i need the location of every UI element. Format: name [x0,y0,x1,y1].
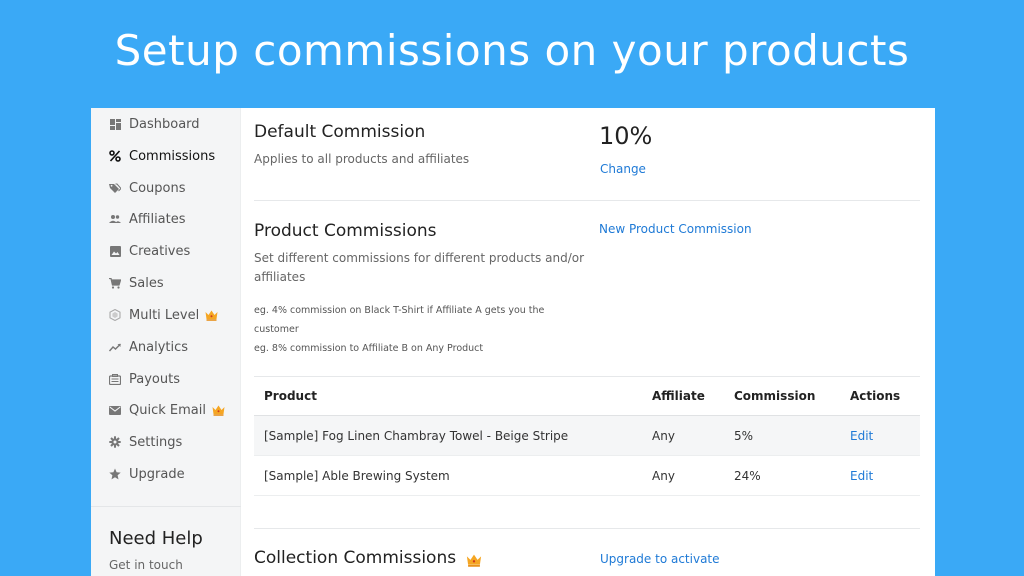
collection-commissions-title: Collection Commissions [254,548,482,568]
crown-icon [466,552,482,567]
sidebar-item-dashboard[interactable]: Dashboard [109,114,200,134]
star-icon [109,468,121,480]
edit-link[interactable]: Edit [850,416,873,456]
cell-product: [Sample] Fog Linen Chambray Towel - Beig… [264,429,569,443]
people-icon [109,213,121,225]
sidebar-item-label: Multi Level [129,307,200,323]
section-divider [254,200,920,201]
sidebar-item-creatives[interactable]: Creatives [109,241,190,261]
sidebar-item-label: Sales [129,275,164,291]
cell-commission: 5% [734,429,754,443]
sidebar-item-quick-email[interactable]: Quick Email [109,400,225,420]
sidebar-item-sales[interactable]: Sales [109,273,164,293]
change-commission-link[interactable]: Change [600,162,646,176]
sidebar-item-label: Affiliates [129,211,186,227]
column-header-affiliate: Affiliate [652,389,705,403]
table-row: [Sample] Able Brewing System Any 24% Edi… [254,456,920,496]
payouts-icon [109,373,121,385]
sidebar-item-analytics[interactable]: Analytics [109,337,188,357]
multilevel-icon [109,309,121,321]
upgrade-to-activate-link[interactable]: Upgrade to activate [600,552,720,566]
crown-icon [205,310,218,321]
table-header: Product Affiliate Commission Actions [254,376,920,416]
cell-affiliate: Any [652,429,675,443]
table-row: [Sample] Fog Linen Chambray Towel - Beig… [254,416,920,456]
sidebar-item-label: Commissions [129,148,216,164]
default-commission-value: 10% [599,122,653,150]
sidebar-item-label: Coupons [129,180,186,196]
sidebar-divider [91,506,241,507]
column-header-actions: Actions [850,389,901,403]
cell-affiliate: Any [652,469,675,483]
crown-icon [212,405,225,416]
sidebar-item-payouts[interactable]: Payouts [109,369,180,389]
headline: Setup commissions on your products [114,26,910,75]
sidebar-item-label: Analytics [129,339,189,355]
cart-icon [109,277,121,289]
cell-commission: 24% [734,469,761,483]
main-content: Default Commission Applies to all produc… [241,108,935,576]
sidebar-item-settings[interactable]: Settings [109,432,182,452]
sidebar-item-label: Dashboard [129,116,200,132]
sidebar-item-coupons[interactable]: Coupons [109,178,186,198]
sidebar-item-label: Settings [129,434,183,450]
default-commission-desc: Applies to all products and affiliates [254,152,470,166]
new-product-commission-link[interactable]: New Product Commission [599,222,752,236]
sidebar-item-label: Creatives [129,243,191,259]
tags-icon [109,182,121,194]
percent-icon [109,150,121,162]
example-note-1: eg. 4% commission on Black T-Shirt if Af… [254,305,545,335]
sidebar-item-multi-level[interactable]: Multi Level [109,305,218,325]
image-icon [109,245,121,257]
app-window: Dashboard Commissions Coupons Affiliates… [91,108,935,576]
gear-icon [109,436,121,448]
example-note-2: eg. 8% commission to Affiliate B on Any … [254,343,484,354]
column-header-commission: Commission [734,389,816,403]
product-commissions-table: Product Affiliate Commission Actions [Sa… [254,376,920,496]
sidebar-item-affiliates[interactable]: Affiliates [109,209,186,229]
section-divider [254,528,920,529]
mail-icon [109,404,121,416]
dashboard-icon [109,118,121,130]
sidebar-item-label: Payouts [129,371,180,387]
sidebar: Dashboard Commissions Coupons Affiliates… [91,108,241,576]
column-header-product: Product [264,389,317,403]
edit-link[interactable]: Edit [850,456,873,496]
trend-icon [109,341,121,353]
product-commissions-title: Product Commissions [254,221,437,241]
cell-product: [Sample] Able Brewing System [264,469,450,483]
help-contact-link[interactable]: Get in touch [109,558,183,572]
sidebar-item-upgrade[interactable]: Upgrade [109,464,185,484]
sidebar-item-label: Quick Email [129,402,206,418]
collection-commissions-label: Collection Commissions [254,548,457,568]
help-title: Need Help [109,528,203,549]
product-commissions-desc: Set different commissions for different … [254,251,585,284]
sidebar-item-label: Upgrade [129,466,185,482]
default-commission-title: Default Commission [254,122,426,142]
sidebar-item-commissions[interactable]: Commissions [109,146,215,166]
